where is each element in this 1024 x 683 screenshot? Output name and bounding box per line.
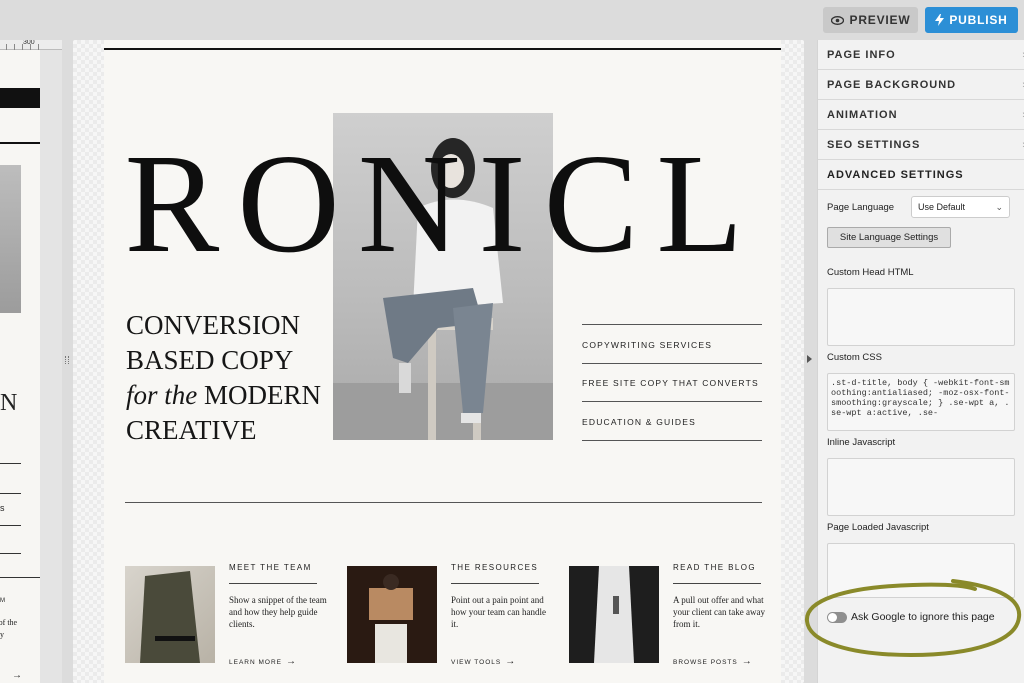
left-resize-handle[interactable] [65, 356, 69, 364]
browse-posts-label: BROWSE POSTS [673, 659, 738, 666]
arrow-right-icon: → [505, 656, 517, 667]
card-resources-link[interactable]: VIEW TOOLS → [451, 656, 516, 667]
section-label: PAGE BACKGROUND [827, 79, 957, 91]
card-resources-title: THE RESOURCES [451, 563, 539, 572]
page-language-select[interactable]: Use Default ⌄ [911, 196, 1010, 218]
hero-title[interactable]: HRONICL [104, 132, 761, 274]
card-blog-link[interactable]: BROWSE POSTS → [673, 656, 753, 667]
site-language-settings-button[interactable]: Site Language Settings [827, 227, 951, 248]
top-toolbar: PREVIEW PUBLISH [0, 0, 1024, 40]
publish-label: PUBLISH [949, 13, 1008, 27]
card-resources-text: Point out a pain point and how your team… [451, 595, 546, 629]
mobile-header-bar [0, 88, 40, 108]
divider [0, 142, 40, 144]
ignore-page-label: Ask Google to ignore this page [851, 611, 995, 623]
divider [0, 463, 21, 464]
headline-line: BASED COPY [126, 345, 294, 375]
mobile-menu-fragment: s [0, 503, 5, 513]
section-advanced-settings[interactable]: ADVANCED SETTINGS [818, 160, 1024, 190]
divider [0, 493, 21, 494]
menu-divider [582, 440, 762, 441]
arrow-right-icon: → [741, 656, 753, 667]
section-label: ADVANCED SETTINGS [827, 169, 964, 181]
section-label: PAGE INFO [827, 49, 896, 61]
card-rule [229, 583, 317, 584]
card-blog-image[interactable] [569, 566, 659, 663]
card-team-link[interactable]: LEARN MORE → [229, 656, 297, 667]
card-blog-title: READ THE BLOG [673, 563, 756, 572]
ruler: 300 [0, 40, 62, 50]
mobile-title-fragment: N [0, 390, 18, 416]
section-divider [125, 502, 762, 503]
learn-more-label: LEARN MORE [229, 659, 282, 666]
section-page-background[interactable]: PAGE BACKGROUND› [818, 70, 1024, 100]
page-loaded-javascript-field[interactable] [827, 543, 1015, 598]
arrow-right-icon[interactable]: → [12, 670, 22, 681]
card-team-text: Show a snippet of the team and how they … [229, 595, 327, 629]
section-animation[interactable]: ANIMATION› [818, 100, 1024, 130]
page-language-label: Page Language [827, 202, 895, 213]
headline-line: CREATIVE [126, 415, 257, 445]
mobile-card-title-fragment: M [0, 598, 5, 604]
menu-divider [582, 363, 762, 364]
headline-line: CONVERSION [126, 310, 301, 340]
ignore-page-toggle[interactable] [827, 612, 847, 623]
card-rule [673, 583, 761, 584]
divider [0, 577, 40, 578]
page-top-rule [104, 48, 781, 50]
inline-javascript-label: Inline Javascript [827, 437, 896, 448]
divider [0, 553, 21, 554]
mobile-card-text-fragment: r of the [0, 618, 18, 627]
settings-panel: PAGE INFO› PAGE BACKGROUND› ANIMATION› S… [817, 40, 1024, 683]
section-page-info[interactable]: PAGE INFO› [818, 40, 1024, 70]
custom-css-field[interactable]: .st-d-title, body { -webkit-font-smoothi… [827, 373, 1015, 431]
card-team-image[interactable] [125, 566, 215, 663]
preview-button[interactable]: PREVIEW [823, 7, 918, 33]
headline-text: MODERN [197, 380, 322, 410]
custom-head-html-field[interactable] [827, 288, 1015, 346]
section-seo-settings[interactable]: SEO SETTINGS› [818, 130, 1024, 160]
card-resources-image[interactable] [347, 566, 437, 663]
custom-head-html-label: Custom Head HTML [827, 267, 914, 278]
preview-label: PREVIEW [849, 13, 911, 27]
lightning-icon [935, 14, 945, 26]
editor-canvas[interactable]: HRONICL CONVERSION BASED COPY for the MO… [65, 40, 804, 683]
card-rule [451, 583, 539, 584]
menu-divider [582, 324, 762, 325]
arrow-right-icon: → [285, 656, 297, 667]
ruler-label: 300 [23, 40, 35, 46]
chevron-down-icon: ⌄ [995, 202, 1003, 212]
mobile-card-text-fragment: y [0, 630, 4, 639]
menu-item-free-site-copy[interactable]: FREE SITE COPY THAT CONVERTS [582, 378, 759, 388]
menu-item-copywriting[interactable]: COPYWRITING SERVICES [582, 340, 712, 350]
headline-italic: for the [126, 380, 198, 410]
section-label: ANIMATION [827, 109, 898, 121]
mobile-hero-photo [0, 165, 21, 313]
menu-item-education[interactable]: EDUCATION & GUIDES [582, 417, 696, 427]
page-language-value: Use Default [918, 202, 966, 212]
card-team-title: MEET THE TEAM [229, 563, 312, 572]
inline-javascript-field[interactable] [827, 458, 1015, 516]
divider [0, 525, 21, 526]
custom-css-label: Custom CSS [827, 352, 882, 363]
headline-line: for the MODERN [126, 378, 321, 413]
card-blog-text: A pull out offer and what your client ca… [673, 595, 765, 629]
headline[interactable]: CONVERSION BASED COPY for the MODERN CRE… [126, 308, 321, 448]
page-loaded-javascript-label: Page Loaded Javascript [827, 522, 929, 533]
page-preview: HRONICL CONVERSION BASED COPY for the MO… [104, 40, 781, 683]
section-label: SEO SETTINGS [827, 139, 921, 151]
collapse-panel-icon[interactable] [807, 355, 812, 363]
eye-icon [830, 15, 844, 25]
menu-divider [582, 401, 762, 402]
view-tools-label: VIEW TOOLS [451, 659, 502, 666]
mobile-page: N s M r of the y → [0, 50, 40, 683]
mobile-preview-frame[interactable]: 300 N s M r of the y → [0, 40, 62, 683]
publish-button[interactable]: PUBLISH [925, 7, 1018, 33]
